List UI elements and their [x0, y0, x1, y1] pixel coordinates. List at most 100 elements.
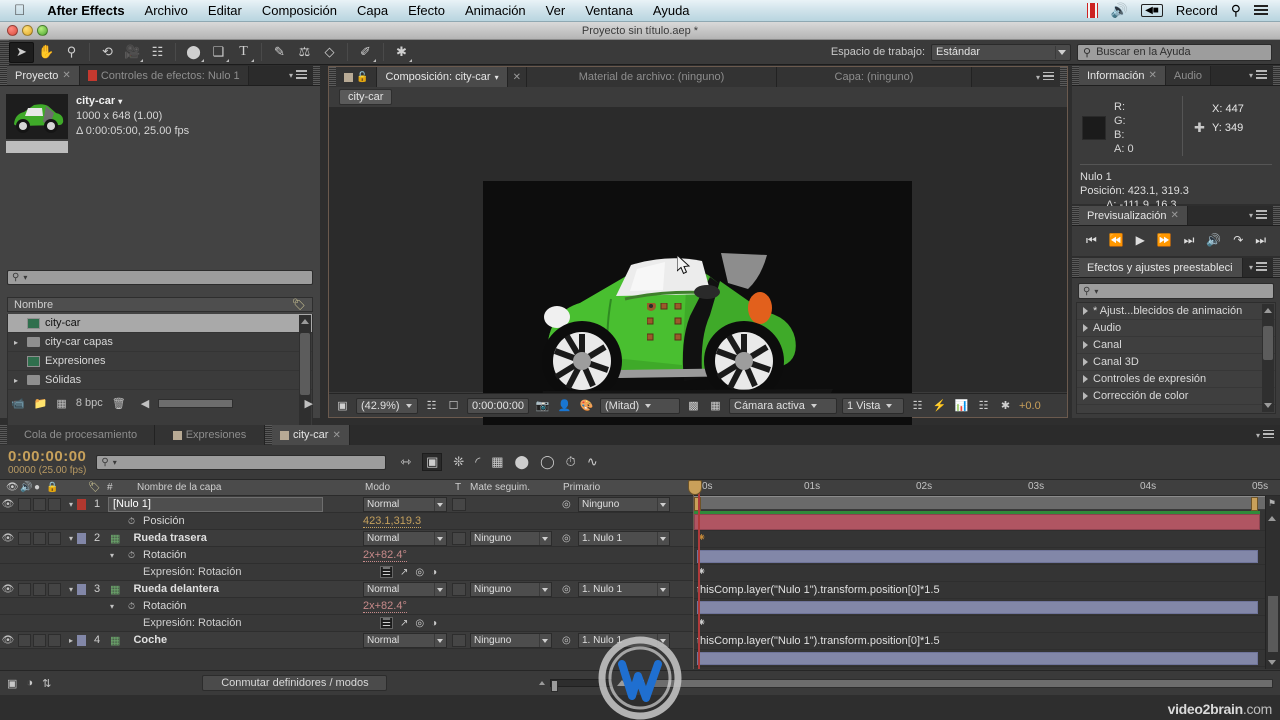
roto-brush-tool[interactable]: ✐ — [353, 42, 378, 63]
track-row[interactable]: thisComp.layer("Nulo 1").transform.posit… — [694, 633, 1280, 650]
table-row[interactable]: Expresión: Rotación ☰ ↗ ◎ ◑ — [0, 564, 693, 581]
track-matte-select[interactable]: Ninguno — [470, 530, 552, 546]
playhead-line[interactable] — [698, 480, 700, 669]
toggle-switches-modes-button[interactable]: Conmutar definidores / modos — [202, 675, 388, 691]
layer-color-swatch[interactable] — [77, 583, 86, 595]
layer-duration-bar[interactable] — [694, 514, 1260, 530]
expression-pickwhip-icon[interactable]: ◎ — [415, 567, 424, 578]
menu-item-ventana[interactable]: Ventana — [575, 3, 643, 18]
transparency-grid-icon[interactable]: ▦ — [707, 397, 724, 414]
help-search-input[interactable]: ⚲ Buscar en la Ayuda — [1077, 43, 1272, 61]
project-item-list[interactable]: city-car ▸ city-car capas Expresiones ▸ … — [7, 314, 313, 442]
shape-tool[interactable]: ⬤ — [181, 42, 206, 63]
layer-switches[interactable] — [18, 497, 61, 511]
audio-icon[interactable]: 🔊 — [1206, 233, 1221, 247]
panel-grip[interactable] — [0, 425, 7, 445]
zoom-select[interactable]: (42.9%) — [356, 397, 418, 414]
timeline-horizontal-scrollbar[interactable] — [653, 678, 1273, 688]
solo-switch[interactable] — [33, 633, 46, 647]
tab-expresiones[interactable]: Expresiones — [155, 425, 265, 445]
playhead-handle[interactable] — [688, 480, 702, 495]
solo-switch[interactable] — [33, 582, 46, 596]
tab-proyecto[interactable]: Proyecto ✕ — [7, 66, 80, 85]
play-icon[interactable]: ▶ — [1136, 233, 1145, 247]
region-interest-icon[interactable]: ▩ — [685, 397, 702, 414]
chevron-down-icon[interactable]: ▾ — [495, 73, 499, 82]
effects-list-scrollbar[interactable] — [1262, 304, 1274, 412]
tab-informacion[interactable]: Información ✕ — [1079, 66, 1166, 85]
column-layer-name[interactable]: Nombre de la capa — [137, 482, 222, 493]
table-row[interactable]: 👁 ▾ 2 ▦ Rueda trasera Normal Ninguno ◎ 1… — [0, 530, 693, 547]
list-item[interactable]: Audio — [1077, 320, 1275, 337]
draft-3d-icon[interactable]: ▣ — [422, 453, 443, 471]
motion-blur-icon[interactable]: ▦ — [491, 454, 503, 470]
expression-code[interactable]: thisComp.layer("Nulo 1").transform.posit… — [697, 635, 940, 647]
track-matte-select[interactable]: Ninguno — [470, 632, 552, 648]
hand-tool[interactable]: ✋ — [34, 42, 59, 63]
first-frame-icon[interactable]: ⏮ — [1086, 233, 1097, 248]
list-icon[interactable] — [1254, 4, 1268, 17]
resolution-select[interactable]: (Mitad) — [600, 397, 680, 414]
live-update-icon[interactable]: ⇿ — [400, 454, 411, 470]
tab-close-area[interactable]: ✕ — [507, 67, 527, 87]
list-item[interactable]: Controles de expresión — [1077, 371, 1275, 388]
track-matte-toggle[interactable] — [452, 633, 466, 647]
bit-depth-label[interactable]: 8 bpc — [76, 397, 103, 409]
hide-shy-layers-icon[interactable]: ❊ — [453, 454, 464, 470]
parent-pickwhip-icon[interactable]: ◎ — [562, 533, 571, 544]
track-row[interactable] — [694, 650, 1280, 667]
expand-arrow[interactable] — [1083, 307, 1088, 315]
table-row[interactable]: 👁 ▾ 3 ▦ Rueda delantera Normal Ninguno ◎… — [0, 581, 693, 598]
eye-icon[interactable]: 👁 — [0, 499, 16, 510]
layer-color-swatch[interactable] — [77, 634, 86, 646]
preview-panel-menu[interactable]: ▾ — [1243, 206, 1273, 225]
audio-switch[interactable] — [18, 497, 31, 511]
stopwatch-icon[interactable]: ⏱ — [128, 601, 135, 612]
panel-grip[interactable] — [0, 66, 7, 85]
tab-city-car[interactable]: city-car ✕ — [272, 425, 350, 445]
zoom-out-icon[interactable] — [538, 681, 545, 685]
close-icon[interactable]: ✕ — [62, 70, 70, 81]
list-item[interactable]: city-car — [8, 314, 312, 333]
list-item[interactable]: Corrección de color — [1077, 388, 1275, 405]
panel-grip-2[interactable] — [265, 425, 272, 445]
mode-select[interactable]: Normal — [363, 530, 447, 546]
always-preview-icon[interactable]: ▣ — [334, 397, 351, 414]
horizontal-scrollbar-thumb[interactable] — [158, 398, 234, 408]
table-row[interactable]: ⏱ Posición 423.1,319.3 — [0, 513, 693, 530]
zoom-track[interactable] — [549, 679, 612, 692]
close-icon[interactable]: ✕ — [1170, 210, 1178, 221]
expand-arrow[interactable]: ▸ — [14, 338, 22, 347]
expand-arrow[interactable]: ▸ — [14, 376, 22, 385]
project-search-input[interactable]: ⚲ ▾ — [7, 270, 313, 285]
list-item[interactable]: Canal 3D — [1077, 354, 1275, 371]
snapshot-icon[interactable]: 📷 — [534, 397, 551, 414]
menu-item-ayuda[interactable]: Ayuda — [643, 3, 700, 18]
scrollbar-thumb[interactable] — [300, 333, 310, 395]
layer-duration-bar[interactable] — [697, 652, 1258, 665]
mode-select[interactable]: Normal — [363, 496, 447, 512]
graph-editor-toggle-icon[interactable]: ⇅ — [42, 677, 51, 690]
expand-arrow[interactable] — [1083, 375, 1088, 383]
table-row[interactable]: 👁 ▸ 4 ▦ Coche Normal Ninguno ◎ 1. Nulo 1 — [0, 632, 693, 649]
timeline-graph-area[interactable]: 0s 01s 02s 03s 04s 05s ⁕ ⁕ thisComp.laye… — [688, 480, 1280, 669]
project-panel-menu[interactable]: ▾ — [283, 66, 313, 85]
parent-select[interactable]: Ninguno — [578, 496, 670, 512]
panel-grip-right[interactable] — [313, 66, 320, 85]
table-row[interactable]: ▾ ⏱ Rotación 2x+82.4° — [0, 547, 693, 564]
channels-icon[interactable]: 🎨 — [578, 397, 595, 414]
expand-arrow[interactable]: ▸ — [65, 636, 77, 645]
parent-select[interactable]: 1. Nulo 1 — [578, 632, 670, 648]
track-row[interactable]: thisComp.layer("Nulo 1").transform.posit… — [694, 582, 1280, 599]
ram-preview-icon[interactable]: ⏭ — [1255, 233, 1266, 248]
close-icon[interactable]: ✕ — [332, 430, 340, 441]
film-icon[interactable] — [1086, 3, 1098, 18]
timeline-panel-menu[interactable]: ▾ — [1250, 425, 1280, 445]
lock-icon[interactable]: 🔒 — [46, 482, 58, 493]
scroll-down-icon[interactable] — [1268, 660, 1276, 665]
record-label[interactable]: Record — [1176, 3, 1218, 18]
panel-grip[interactable] — [1072, 258, 1079, 277]
eye-icon[interactable]: 👁 — [0, 584, 16, 595]
track-row[interactable] — [694, 599, 1280, 616]
track-row[interactable]: ⁕ — [694, 531, 1280, 548]
